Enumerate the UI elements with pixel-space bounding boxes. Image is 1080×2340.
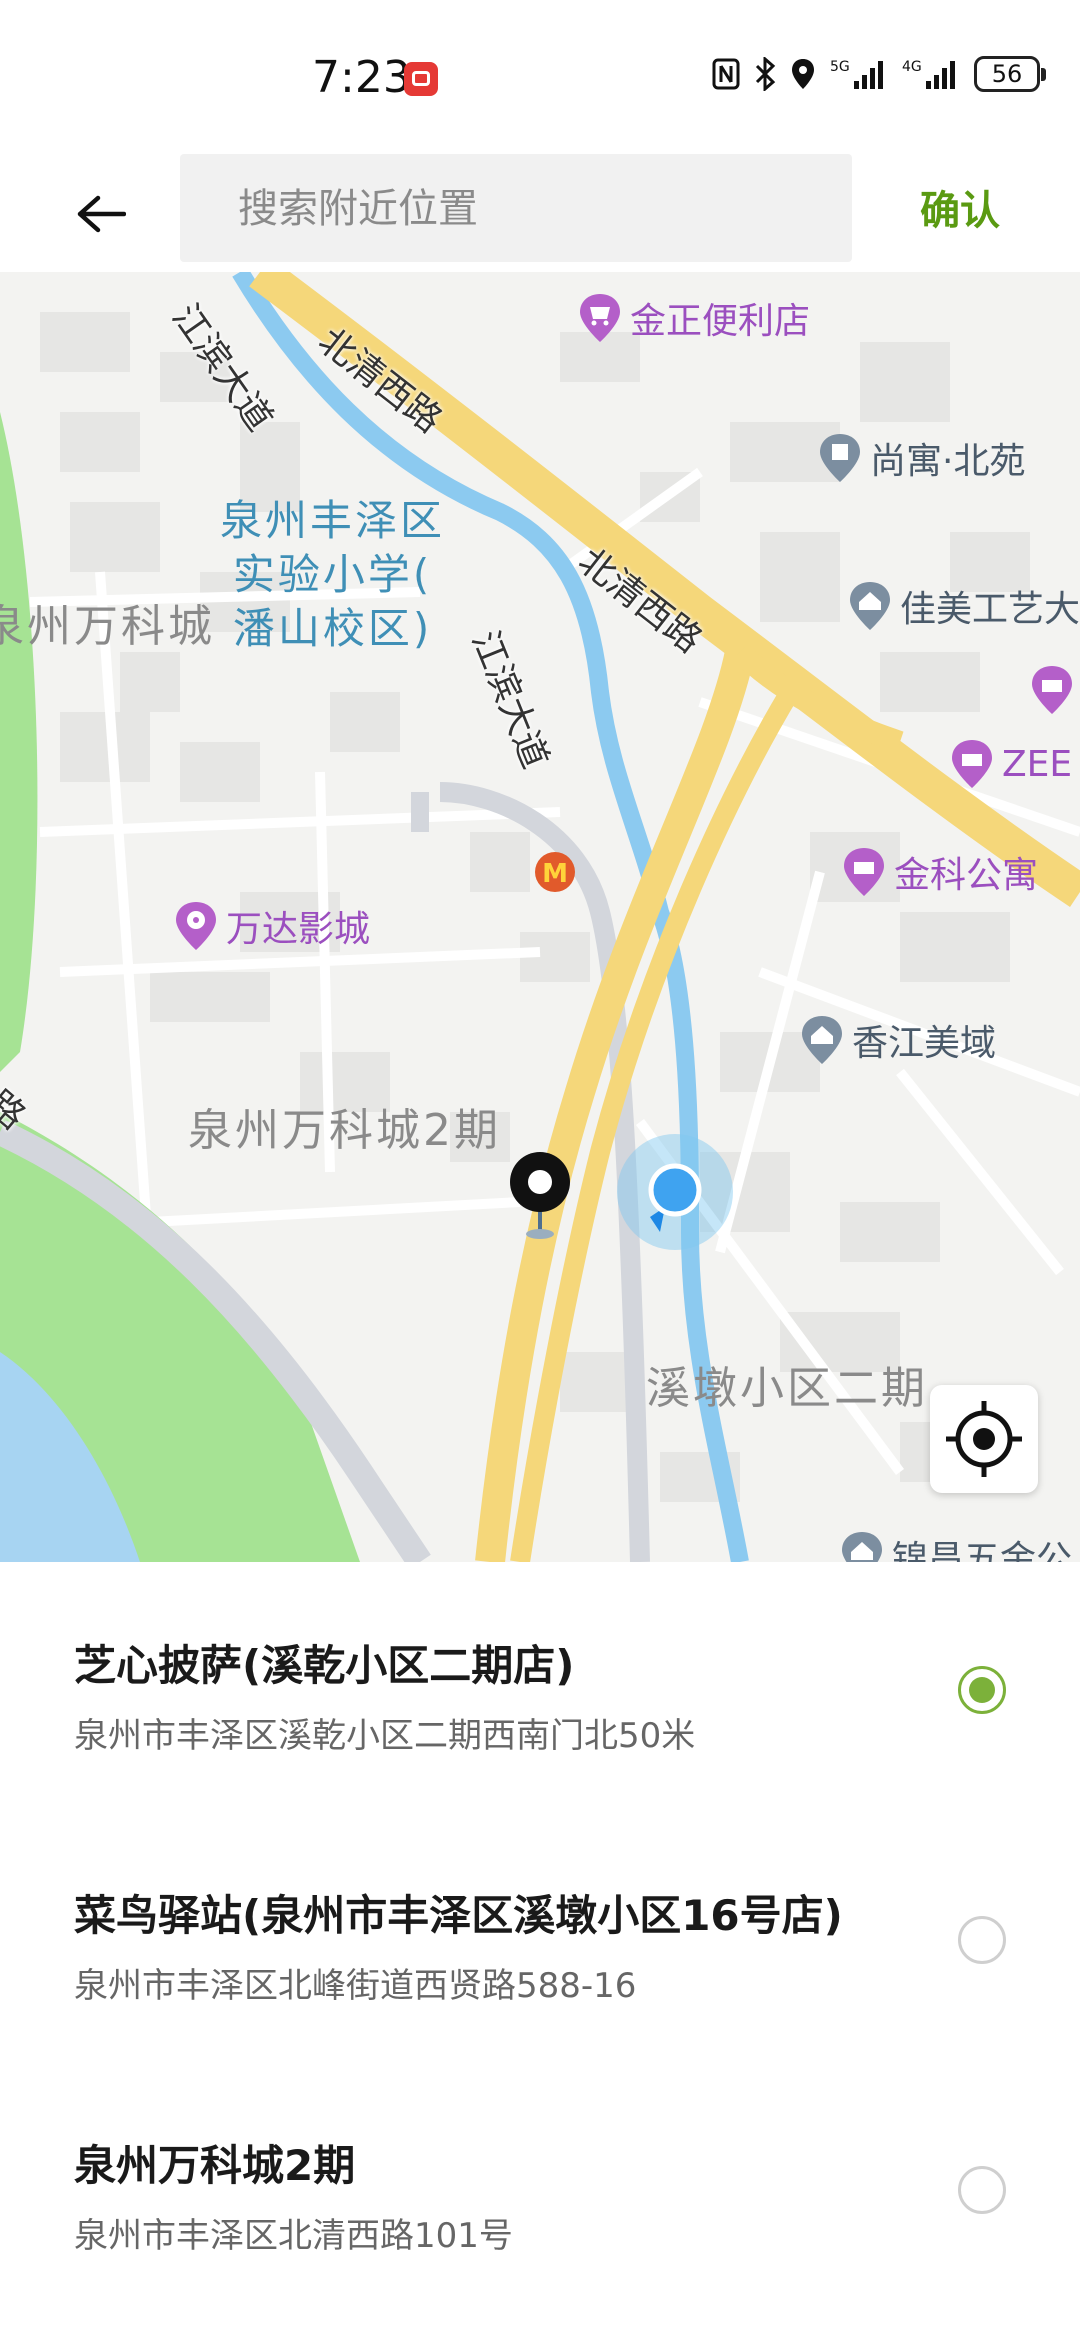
poi-xiangjiang[interactable]: 香江美域	[800, 1014, 996, 1066]
poi-hotel-edge[interactable]	[1030, 664, 1074, 716]
list-item[interactable]: 菜鸟驿站(泉州市丰泽区溪墩小区16号店) 泉州市丰泽区北峰街道西贤路588-16	[0, 1812, 1080, 2062]
hotel-pin-icon	[1032, 666, 1072, 714]
residence-pin-icon	[820, 434, 860, 482]
header: 确认	[0, 150, 1080, 272]
confirm-button[interactable]: 确认	[920, 178, 1000, 236]
poi-jinchang[interactable]: 锦昌五金公	[840, 1530, 1072, 1562]
back-arrow-icon	[77, 195, 126, 233]
poi-label: 金科公寓	[894, 855, 1039, 896]
area-label-vanke-2: 泉州万科城2期	[188, 1105, 501, 1156]
list-item[interactable]: 泉州万科城2期 泉州市丰泽区北清西路101号	[0, 2062, 1080, 2312]
back-button[interactable]	[58, 182, 144, 246]
list-item[interactable]: 芝心披萨(溪乾小区二期店) 泉州市丰泽区溪乾小区二期西南门北50米	[0, 1562, 1080, 1812]
search-input[interactable]	[236, 154, 840, 264]
school-label-line-3: 潘山校区)	[232, 604, 433, 653]
poi-wanda-cinema[interactable]: 万达影城	[174, 900, 370, 952]
bluetooth-icon	[755, 57, 776, 91]
location-list: 芝心披萨(溪乾小区二期店) 泉州市丰泽区溪乾小区二期西南门北50米 菜鸟驿站(泉…	[0, 1562, 1080, 2340]
map-view[interactable]: M 北清西路 北清西路 江滨大道 江滨大道 路 泉州万科城 泉州万科城2期 溪墩…	[0, 272, 1080, 1562]
school-label: 泉州丰泽区 实验小学( 潘山校区)	[220, 494, 445, 656]
poi-label: 佳美工艺大	[900, 589, 1080, 630]
notification-app-icon	[404, 62, 438, 96]
radio-unselected[interactable]	[958, 2166, 1006, 2214]
residence-pin-icon	[850, 582, 890, 630]
search-box[interactable]	[180, 154, 852, 264]
location-address: 泉州市丰泽区溪乾小区二期西南门北50米	[74, 1716, 696, 1756]
residence-pin-icon	[802, 1016, 842, 1064]
selected-location-pin	[510, 1152, 570, 1236]
battery-level: 56	[991, 60, 1023, 88]
locate-me-button[interactable]	[930, 1385, 1038, 1493]
5g-signal-icon: 5G	[830, 59, 883, 89]
location-title: 芝心披萨(溪乾小区二期店)	[74, 1641, 575, 1690]
radio-selected[interactable]	[958, 1666, 1006, 1714]
area-label-xidun: 溪墩小区二期	[646, 1363, 928, 1414]
4g-signal-icon: 4G	[902, 59, 955, 89]
poi-label: 万达影城	[226, 909, 371, 950]
user-location-marker	[617, 1134, 733, 1250]
nfc-icon	[712, 58, 740, 90]
status-icons: 5G 4G 56	[712, 56, 1046, 92]
cinema-pin-icon	[176, 902, 216, 950]
location-title: 菜鸟驿站(泉州市丰泽区溪墩小区16号店)	[74, 1891, 843, 1940]
poi-label: 尚寓·北苑	[870, 441, 1026, 482]
residence-pin-icon	[842, 1532, 882, 1562]
battery-icon: 56	[974, 56, 1046, 92]
location-icon	[792, 59, 814, 89]
svg-text:5G: 5G	[830, 59, 850, 75]
poi-zee[interactable]: ZEE	[950, 738, 1072, 790]
poi-label: 锦昌五金公	[892, 1539, 1073, 1562]
crosshair-icon	[946, 1401, 1022, 1477]
poi-label: 金正便利店	[630, 301, 811, 342]
poi-jinke[interactable]: 金科公寓	[842, 846, 1038, 898]
hotel-pin-icon	[844, 848, 884, 896]
area-label-vanke: 泉州万科城	[0, 601, 215, 652]
status-bar: 7:23 5G 4G 56	[0, 0, 1080, 150]
mcdonalds-icon[interactable]	[535, 852, 575, 892]
hotel-pin-icon	[952, 740, 992, 788]
poi-label: ZEE	[1002, 743, 1073, 785]
poi-jiamei[interactable]: 佳美工艺大	[848, 580, 1080, 632]
location-address: 泉州市丰泽区北清西路101号	[74, 2216, 513, 2256]
location-address: 泉州市丰泽区北峰街道西贤路588-16	[74, 1966, 637, 2006]
poi-label: 香江美域	[852, 1023, 997, 1064]
school-label-line-1: 泉州丰泽区	[220, 496, 446, 545]
school-label-line-2: 实验小学(	[232, 550, 433, 599]
svg-text:4G: 4G	[902, 59, 922, 75]
radio-unselected[interactable]	[958, 1916, 1006, 1964]
poi-shangyu[interactable]: 尚寓·北苑	[818, 432, 1025, 484]
shop-pin-icon	[580, 294, 620, 342]
poi-jinzheng[interactable]: 金正便利店	[578, 292, 810, 344]
location-title: 泉州万科城2期	[74, 2141, 356, 2190]
status-time: 7:23	[312, 52, 411, 103]
